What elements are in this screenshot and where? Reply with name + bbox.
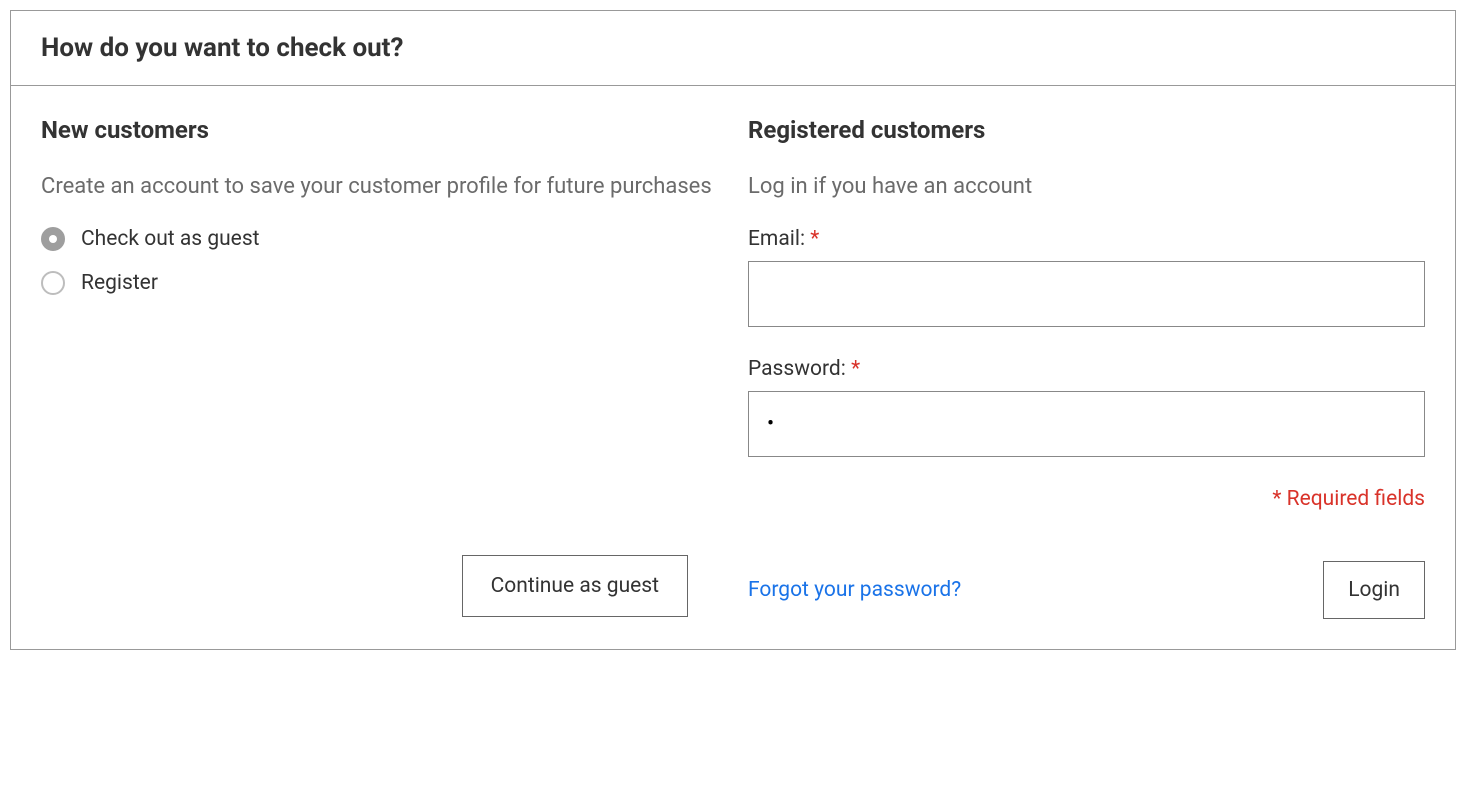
- registered-customers-subtitle: Log in if you have an account: [748, 172, 1425, 203]
- radio-option-guest[interactable]: Check out as guest: [41, 227, 718, 251]
- continue-button-row: Continue as guest: [41, 555, 718, 617]
- required-fields-note: * Required fields: [748, 487, 1425, 511]
- login-button[interactable]: Login: [1323, 561, 1425, 619]
- login-row: Forgot your password? Login: [748, 561, 1425, 619]
- password-form-group: Password: *: [748, 357, 1425, 457]
- email-form-group: Email: *: [748, 227, 1425, 327]
- password-label-text: Password:: [748, 357, 851, 381]
- panel-body: New customers Create an account to save …: [11, 86, 1455, 649]
- password-label: Password: *: [748, 357, 1425, 381]
- radio-option-register[interactable]: Register: [41, 271, 718, 295]
- checkout-options-panel: How do you want to check out? New custom…: [10, 10, 1456, 650]
- continue-as-guest-button[interactable]: Continue as guest: [462, 555, 688, 617]
- password-field[interactable]: [748, 391, 1425, 457]
- registered-customers-column: Registered customers Log in if you have …: [748, 116, 1425, 619]
- required-star-icon: *: [810, 227, 819, 251]
- required-star-icon: *: [851, 357, 860, 381]
- radio-label-register: Register: [81, 271, 158, 295]
- registered-customers-title: Registered customers: [748, 116, 1425, 144]
- email-field[interactable]: [748, 261, 1425, 327]
- panel-title: How do you want to check out?: [41, 33, 1425, 63]
- new-customers-title: New customers: [41, 116, 718, 144]
- email-label: Email: *: [748, 227, 1425, 251]
- forgot-password-link[interactable]: Forgot your password?: [748, 578, 961, 602]
- checkout-method-radio-group: Check out as guest Register: [41, 227, 718, 295]
- radio-icon: [41, 227, 65, 251]
- radio-icon: [41, 271, 65, 295]
- radio-label-guest: Check out as guest: [81, 227, 260, 251]
- panel-header: How do you want to check out?: [11, 11, 1455, 86]
- new-customers-subtitle: Create an account to save your customer …: [41, 172, 718, 203]
- email-label-text: Email:: [748, 227, 810, 251]
- new-customers-column: New customers Create an account to save …: [41, 116, 748, 619]
